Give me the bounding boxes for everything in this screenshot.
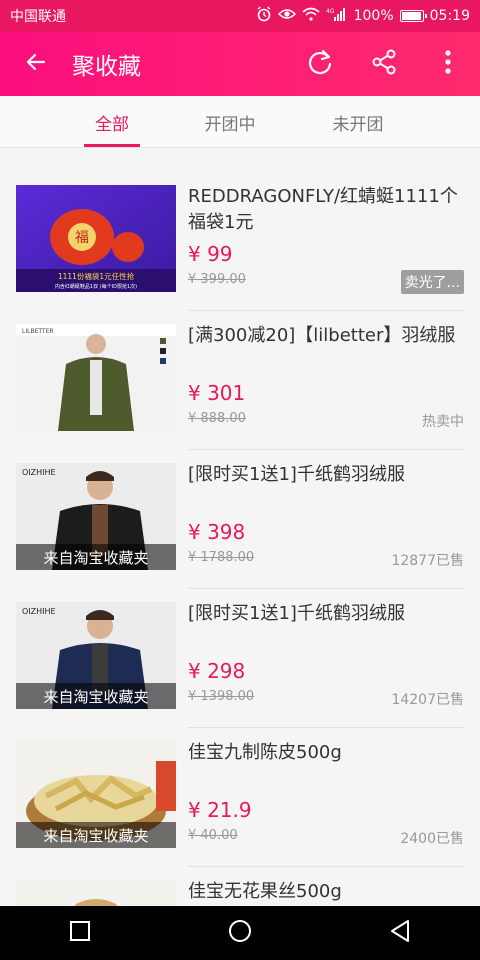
svg-text:1111份福袋1元任性抢: 1111份福袋1元任性抢 <box>58 271 135 281</box>
sold-count: 2400已售 <box>400 831 464 847</box>
svg-text:LILBETTER: LILBETTER <box>22 328 54 335</box>
svg-text:OIZHIHE: OIZHIHE <box>22 607 56 616</box>
original-price: ¥ 399.00 <box>188 272 246 287</box>
arrow-left-icon <box>24 50 48 78</box>
product-title: 佳宝无花果丝500g <box>188 881 342 902</box>
more-vertical-icon <box>444 49 452 79</box>
svg-text:福: 福 <box>75 230 89 246</box>
product-price: ¥ 298 <box>188 659 246 683</box>
square-icon <box>69 920 91 946</box>
product-price: ¥ 301 <box>188 381 246 405</box>
source-caption: 来自淘宝收藏夹 <box>16 822 176 848</box>
product-title: [限时买1送1]千纸鹤羽绒服 <box>188 603 405 624</box>
system-back-button[interactable] <box>370 906 430 960</box>
refresh-button[interactable] <box>288 32 352 96</box>
sold-count: 14207已售 <box>391 692 464 708</box>
product-thumbnail: 福 1111份福袋1元任性抢 内含红蜻蜓鞋品1双 (每个ID限抢1次) <box>16 185 176 292</box>
filter-tabs: 全部 开团中 未开团 <box>0 96 480 148</box>
product-price: ¥ 21.9 <box>188 798 252 822</box>
signal-icon: 4G <box>326 7 348 25</box>
wifi-icon <box>302 7 320 25</box>
product-thumbnail: LILBETTER <box>16 324 176 431</box>
product-thumbnail: OIZHIHE 来自淘宝收藏夹 <box>16 602 176 709</box>
svg-text:OIZHIHE: OIZHIHE <box>22 468 56 477</box>
product-title: [限时买1送1]千纸鹤羽绒服 <box>188 464 405 485</box>
product-title: REDDRAGONFLY/红蜻蜓1111个福袋1元 <box>188 186 458 233</box>
product-title: 佳宝九制陈皮500g <box>188 742 342 763</box>
share-button[interactable] <box>352 32 416 96</box>
product-thumbnail: 来自淘宝收藏夹 <box>16 741 176 848</box>
sale-status: 热卖中 <box>422 414 464 430</box>
product-price: ¥ 99 <box>188 242 233 266</box>
list-item[interactable]: 来自淘宝收藏夹 佳宝九制陈皮500g ¥ 21.9 ¥ 40.00 2400已售 <box>0 728 480 867</box>
back-button[interactable] <box>0 32 72 96</box>
circle-icon <box>228 919 252 947</box>
original-price: ¥ 1398.00 <box>188 689 255 704</box>
original-price: ¥ 888.00 <box>188 411 246 426</box>
battery-icon <box>399 10 427 22</box>
page-title: 聚收藏 <box>72 54 141 80</box>
product-title: [满300减20]【lilbetter】羽绒服 <box>188 325 456 346</box>
source-caption: 来自淘宝收藏夹 <box>16 683 176 709</box>
alarm-icon <box>256 6 272 26</box>
sold-out-badge: 卖光了... <box>400 270 464 294</box>
battery-percent: 100% <box>353 8 394 24</box>
refresh-icon <box>306 48 334 80</box>
product-price: ¥ 398 <box>188 520 246 544</box>
product-thumbnail: OIZHIHE 来自淘宝收藏夹 <box>16 463 176 570</box>
svg-text:4G: 4G <box>326 8 335 15</box>
recents-button[interactable] <box>50 906 110 960</box>
sold-count: 12877已售 <box>391 553 464 569</box>
source-caption: 来自淘宝收藏夹 <box>16 544 176 570</box>
eye-icon <box>277 7 296 25</box>
triangle-back-icon <box>389 919 411 947</box>
original-price: ¥ 40.00 <box>188 828 238 843</box>
status-bar: 中国联通 4G 100% 05:19 <box>0 0 480 32</box>
list-item[interactable]: 福 1111份福袋1元任性抢 内含红蜻蜓鞋品1双 (每个ID限抢1次) REDD… <box>0 172 480 311</box>
tab-all[interactable]: 全部 <box>72 96 152 148</box>
clock-time: 05:19 <box>429 8 470 24</box>
list-item[interactable]: OIZHIHE 来自淘宝收藏夹 [限时买1送1]千纸鹤羽绒服 ¥ 298 ¥ 1… <box>0 589 480 728</box>
more-button[interactable] <box>416 32 480 96</box>
active-tab-indicator <box>84 144 140 147</box>
list-item[interactable]: LILBETTER [满300减20]【lilbetter】羽绒服 ¥ 301 … <box>0 311 480 450</box>
system-nav-bar <box>0 906 480 960</box>
home-button[interactable] <box>210 906 270 960</box>
svg-text:内含红蜻蜓鞋品1双 (每个ID限抢1次): 内含红蜻蜓鞋品1双 (每个ID限抢1次) <box>55 283 137 290</box>
tab-in-progress[interactable]: 开团中 <box>190 96 270 148</box>
carrier-name: 中国联通 <box>10 9 66 25</box>
list-item[interactable]: OIZHIHE 来自淘宝收藏夹 [限时买1送1]千纸鹤羽绒服 ¥ 398 ¥ 1… <box>0 450 480 589</box>
share-icon <box>370 48 398 80</box>
original-price: ¥ 1788.00 <box>188 550 255 565</box>
favorites-list: 福 1111份福袋1元任性抢 内含红蜻蜓鞋品1双 (每个ID限抢1次) REDD… <box>0 172 480 960</box>
app-bar: 聚收藏 <box>0 32 480 96</box>
tab-not-started[interactable]: 未开团 <box>318 96 398 148</box>
